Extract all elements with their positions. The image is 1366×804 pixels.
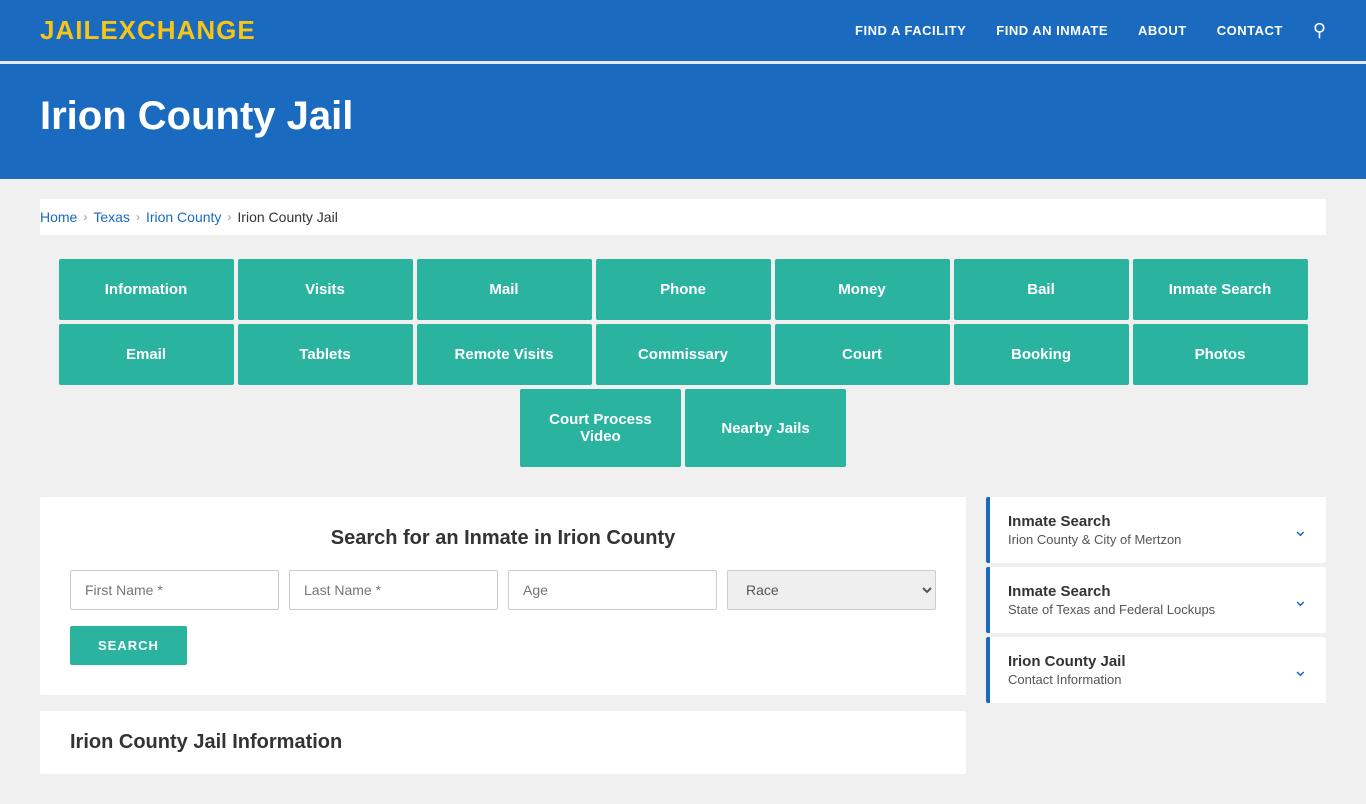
sidebar-card-3-header[interactable]: Irion County Jail Contact Information ⌄ <box>986 637 1326 703</box>
last-name-input[interactable] <box>289 570 498 610</box>
chevron-down-icon-1: ⌄ <box>1293 520 1308 541</box>
nav-contact[interactable]: CONTACT <box>1217 23 1283 38</box>
sidebar-card-2-header[interactable]: Inmate Search State of Texas and Federal… <box>986 567 1326 633</box>
btn-commissary[interactable]: Commissary <box>596 324 771 385</box>
sidebar-card-2: Inmate Search State of Texas and Federal… <box>986 567 1326 633</box>
sidebar-card-1-label: Inmate Search <box>1008 513 1181 530</box>
page-title: Irion County Jail <box>40 94 1326 139</box>
info-section: Irion County Jail Information <box>40 711 966 774</box>
btn-nearby-jails[interactable]: Nearby Jails <box>685 389 846 467</box>
race-select[interactable]: RaceWhiteBlackHispanicAsianOther <box>727 570 936 610</box>
search-title: Search for an Inmate in Irion County <box>70 527 936 550</box>
logo-jail: JAIL <box>40 15 100 45</box>
sidebar-card-1-sublabel: Irion County & City of Mertzon <box>1008 532 1181 547</box>
sidebar-card-1-text: Inmate Search Irion County & City of Mer… <box>1008 513 1181 547</box>
sidebar-card-3-text: Irion County Jail Contact Information <box>1008 653 1126 687</box>
inmate-search-panel: Search for an Inmate in Irion County Rac… <box>40 497 966 695</box>
hero-section: Irion County Jail <box>0 64 1366 179</box>
grid-row-3: Court Process Video Nearby Jails <box>520 389 846 467</box>
btn-court[interactable]: Court <box>775 324 950 385</box>
btn-email[interactable]: Email <box>59 324 234 385</box>
category-button-grid: Information Visits Mail Phone Money Bail… <box>40 259 1326 467</box>
content-area: Home › Texas › Irion County › Irion Coun… <box>0 179 1366 804</box>
btn-photos[interactable]: Photos <box>1133 324 1308 385</box>
btn-court-process-video[interactable]: Court Process Video <box>520 389 681 467</box>
breadcrumb-current: Irion County Jail <box>237 209 337 225</box>
first-name-input[interactable] <box>70 570 279 610</box>
nav-about[interactable]: ABOUT <box>1138 23 1187 38</box>
sidebar-card-2-sublabel: State of Texas and Federal Lockups <box>1008 602 1215 617</box>
info-title: Irion County Jail Information <box>70 731 936 754</box>
nav-find-inmate[interactable]: FIND AN INMATE <box>996 23 1108 38</box>
sidebar: Inmate Search Irion County & City of Mer… <box>986 497 1326 707</box>
btn-information[interactable]: Information <box>59 259 234 320</box>
sidebar-card-1-header[interactable]: Inmate Search Irion County & City of Mer… <box>986 497 1326 563</box>
btn-mail[interactable]: Mail <box>417 259 592 320</box>
breadcrumb-sep-3: › <box>227 210 231 224</box>
breadcrumb-texas[interactable]: Texas <box>93 209 130 225</box>
grid-row-1: Information Visits Mail Phone Money Bail… <box>40 259 1326 320</box>
sidebar-card-2-label: Inmate Search <box>1008 583 1215 600</box>
logo-exchange: EXCHANGE <box>100 15 255 45</box>
btn-phone[interactable]: Phone <box>596 259 771 320</box>
search-button[interactable]: SEARCH <box>70 626 187 665</box>
sidebar-card-3: Irion County Jail Contact Information ⌄ <box>986 637 1326 703</box>
breadcrumb: Home › Texas › Irion County › Irion Coun… <box>40 199 1326 235</box>
btn-bail[interactable]: Bail <box>954 259 1129 320</box>
nav-find-facility[interactable]: FIND A FACILITY <box>855 23 966 38</box>
breadcrumb-home[interactable]: Home <box>40 209 77 225</box>
breadcrumb-irion-county[interactable]: Irion County <box>146 209 221 225</box>
sidebar-card-1: Inmate Search Irion County & City of Mer… <box>986 497 1326 563</box>
main-nav: FIND A FACILITY FIND AN INMATE ABOUT CON… <box>855 20 1326 41</box>
chevron-down-icon-3: ⌄ <box>1293 660 1308 681</box>
search-icon-button[interactable]: ⚲ <box>1313 20 1326 41</box>
grid-row-2: Email Tablets Remote Visits Commissary C… <box>40 324 1326 385</box>
logo[interactable]: JAILEXCHANGE <box>40 15 256 46</box>
age-input[interactable] <box>508 570 717 610</box>
btn-tablets[interactable]: Tablets <box>238 324 413 385</box>
btn-inmate-search[interactable]: Inmate Search <box>1133 259 1308 320</box>
breadcrumb-sep-2: › <box>136 210 140 224</box>
header: JAILEXCHANGE FIND A FACILITY FIND AN INM… <box>0 0 1366 64</box>
btn-visits[interactable]: Visits <box>238 259 413 320</box>
sidebar-card-2-text: Inmate Search State of Texas and Federal… <box>1008 583 1215 617</box>
btn-booking[interactable]: Booking <box>954 324 1129 385</box>
btn-money[interactable]: Money <box>775 259 950 320</box>
search-fields: RaceWhiteBlackHispanicAsianOther <box>70 570 936 610</box>
btn-remote-visits[interactable]: Remote Visits <box>417 324 592 385</box>
breadcrumb-sep-1: › <box>83 210 87 224</box>
sidebar-card-3-sublabel: Contact Information <box>1008 672 1126 687</box>
sidebar-card-3-label: Irion County Jail <box>1008 653 1126 670</box>
left-column: Search for an Inmate in Irion County Rac… <box>40 497 966 774</box>
main-layout: Search for an Inmate in Irion County Rac… <box>40 497 1326 774</box>
chevron-down-icon-2: ⌄ <box>1293 590 1308 611</box>
